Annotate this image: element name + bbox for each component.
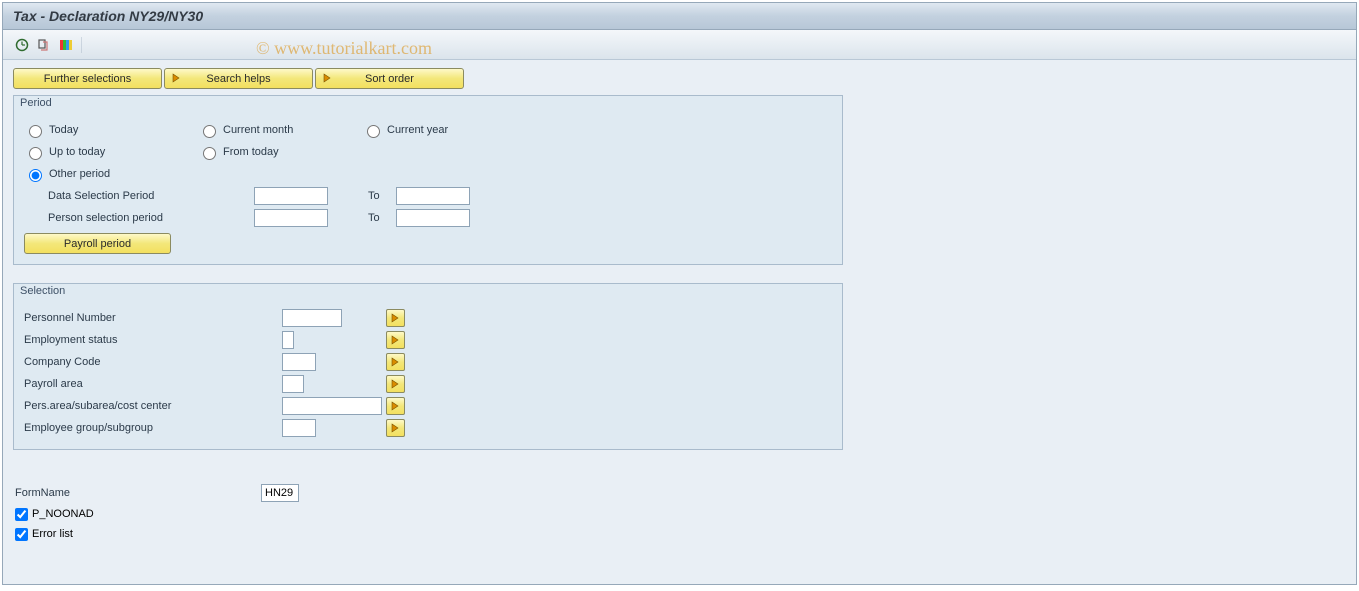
further-selections-label: Further selections	[20, 73, 155, 85]
person-selection-period-to-label: To	[368, 212, 396, 224]
radio-up-to-today-label: Up to today	[49, 146, 105, 158]
color-legend-icon[interactable]	[59, 38, 73, 52]
p-noonad-checkbox[interactable]	[15, 508, 28, 521]
toolbar-separator	[81, 37, 82, 53]
payroll-area-multiselect-button[interactable]	[386, 375, 405, 393]
error-list-checkbox[interactable]	[15, 528, 28, 541]
period-group: Period Today Current month Current year	[13, 95, 843, 265]
further-selections-button[interactable]: Further selections	[13, 68, 162, 89]
radio-current-month[interactable]	[203, 125, 216, 138]
radio-other-period[interactable]	[29, 169, 42, 182]
payroll-area-label: Payroll area	[24, 378, 282, 390]
radio-from-today[interactable]	[203, 147, 216, 160]
radio-other-period-label: Other period	[49, 168, 110, 180]
payroll-area-input[interactable]	[282, 375, 304, 393]
selection-tabs-row: Further selections Search helps Sort ord…	[13, 68, 1346, 89]
pers-area-multiselect-button[interactable]	[386, 397, 405, 415]
employee-group-input[interactable]	[282, 419, 316, 437]
radio-from-today-label: From today	[223, 146, 279, 158]
employee-group-label: Employee group/subgroup	[24, 422, 282, 434]
company-code-multiselect-button[interactable]	[386, 353, 405, 371]
selection-group: Selection Personnel Number Employment st…	[13, 283, 843, 450]
content-area: Further selections Search helps Sort ord…	[3, 60, 1356, 584]
employment-status-label: Employment status	[24, 334, 282, 346]
radio-today-label: Today	[49, 124, 78, 136]
get-variant-icon[interactable]	[37, 38, 51, 52]
period-legend: Period	[14, 95, 842, 113]
sort-order-label: Sort order	[322, 73, 457, 85]
search-helps-label: Search helps	[171, 73, 306, 85]
payroll-period-button[interactable]: Payroll period	[24, 233, 171, 254]
employment-status-input[interactable]	[282, 331, 294, 349]
radio-current-month-label: Current month	[223, 124, 293, 136]
sort-order-button[interactable]: Sort order	[315, 68, 464, 89]
data-selection-period-label: Data Selection Period	[24, 190, 254, 202]
form-name-label: FormName	[15, 487, 261, 499]
arrow-right-icon	[322, 72, 334, 87]
radio-current-year-label: Current year	[387, 124, 448, 136]
personnel-number-label: Personnel Number	[24, 312, 282, 324]
search-helps-button[interactable]: Search helps	[164, 68, 313, 89]
radio-today[interactable]	[29, 125, 42, 138]
form-name-input[interactable]	[261, 484, 299, 502]
window-frame: Tax - Declaration NY29/NY30 Further sele…	[2, 2, 1357, 585]
p-noonad-label: P_NOONAD	[32, 508, 94, 520]
employee-group-multiselect-button[interactable]	[386, 419, 405, 437]
execute-icon[interactable]	[15, 38, 29, 52]
error-list-label: Error list	[32, 528, 73, 540]
application-toolbar	[3, 30, 1356, 60]
radio-current-year[interactable]	[367, 125, 380, 138]
window-title: Tax - Declaration NY29/NY30	[13, 8, 203, 24]
employment-status-multiselect-button[interactable]	[386, 331, 405, 349]
company-code-label: Company Code	[24, 356, 282, 368]
company-code-input[interactable]	[282, 353, 316, 371]
window-title-bar: Tax - Declaration NY29/NY30	[3, 3, 1356, 30]
person-selection-period-to-input[interactable]	[396, 209, 470, 227]
radio-up-to-today[interactable]	[29, 147, 42, 160]
arrow-right-icon	[171, 72, 183, 87]
personnel-number-multiselect-button[interactable]	[386, 309, 405, 327]
personnel-number-input[interactable]	[282, 309, 342, 327]
data-selection-period-to-input[interactable]	[396, 187, 470, 205]
pers-area-input[interactable]	[282, 397, 382, 415]
person-selection-period-from-input[interactable]	[254, 209, 328, 227]
data-selection-period-from-input[interactable]	[254, 187, 328, 205]
selection-legend: Selection	[14, 283, 842, 301]
data-selection-period-to-label: To	[368, 190, 396, 202]
person-selection-period-label: Person selection period	[24, 212, 254, 224]
pers-area-label: Pers.area/subarea/cost center	[24, 400, 282, 412]
